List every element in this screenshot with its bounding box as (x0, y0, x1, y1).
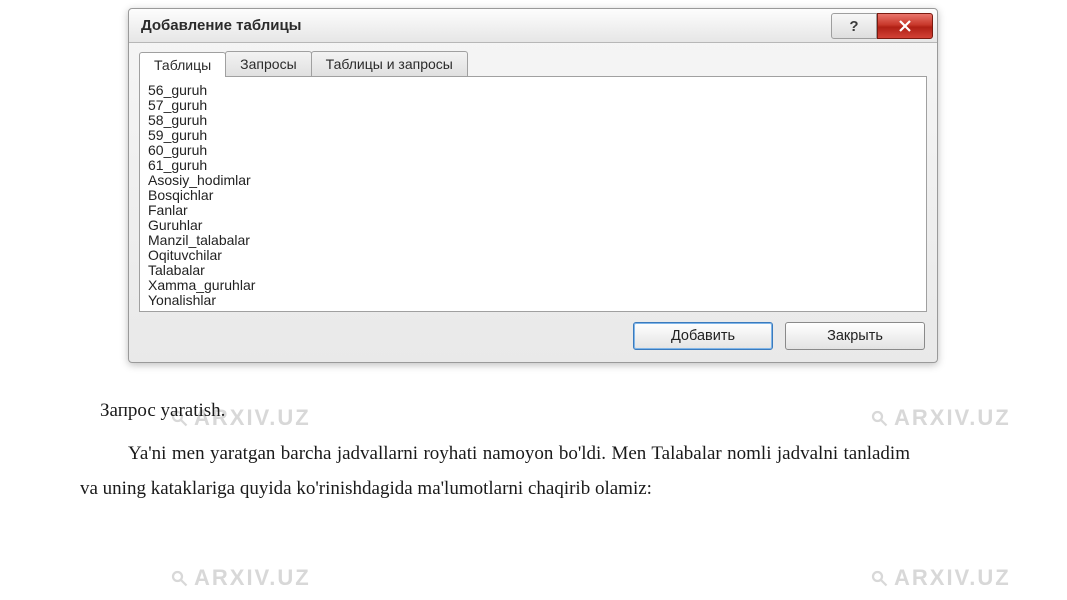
list-item[interactable]: Asosiy_hodimlar (148, 173, 918, 188)
list-item[interactable]: Yonalishlar (148, 293, 918, 308)
dialog-button-row: Добавить Закрыть (129, 312, 937, 362)
list-item[interactable]: 58_guruh (148, 113, 918, 128)
close-window-button[interactable] (877, 13, 933, 39)
list-item[interactable]: Oqituvchilar (148, 248, 918, 263)
list-item[interactable]: Bosqichlar (148, 188, 918, 203)
list-item[interactable]: Manzil_talabalar (148, 233, 918, 248)
watermark: ARXIV.UZ (170, 565, 311, 591)
dialog-title: Добавление таблицы (141, 17, 302, 34)
doc-line-1: Запрос yaratish. (80, 400, 910, 422)
list-item[interactable]: Fanlar (148, 203, 918, 218)
tab-strip: Таблицы Запросы Таблицы и запросы (139, 51, 927, 76)
add-table-dialog: Добавление таблицы ? Таблицы Запросы Таб… (128, 8, 938, 363)
list-item[interactable]: 61_guruh (148, 158, 918, 173)
titlebar-controls: ? (831, 9, 937, 42)
tab-queries[interactable]: Запросы (225, 51, 311, 76)
help-icon: ? (849, 18, 858, 35)
list-item[interactable]: Guruhlar (148, 218, 918, 233)
list-item[interactable]: 56_guruh (148, 83, 918, 98)
list-item[interactable]: 57_guruh (148, 98, 918, 113)
doc-paragraph: Ya'ni men yaratgan barcha jadvallarni ro… (80, 436, 910, 506)
list-item[interactable]: 60_guruh (148, 143, 918, 158)
dialog-titlebar[interactable]: Добавление таблицы ? (129, 9, 937, 43)
list-item[interactable]: 59_guruh (148, 128, 918, 143)
table-listbox[interactable]: 56_guruh57_guruh58_guruh59_guruh60_guruh… (142, 79, 924, 309)
close-icon (898, 19, 912, 33)
help-button[interactable]: ? (831, 13, 877, 39)
add-button[interactable]: Добавить (633, 322, 773, 350)
tab-area: Таблицы Запросы Таблицы и запросы 56_gur… (129, 43, 937, 312)
tab-tables-and-queries[interactable]: Таблицы и запросы (311, 51, 468, 76)
list-item[interactable]: Talabalar (148, 263, 918, 278)
document-text: Запрос yaratish. Ya'ni men yaratgan barc… (80, 400, 910, 506)
tab-tables[interactable]: Таблицы (139, 52, 226, 77)
list-item[interactable]: Xamma_guruhlar (148, 278, 918, 293)
close-button[interactable]: Закрыть (785, 322, 925, 350)
table-listbox-container: 56_guruh57_guruh58_guruh59_guruh60_guruh… (139, 76, 927, 312)
watermark: ARXIV.UZ (870, 565, 1011, 591)
